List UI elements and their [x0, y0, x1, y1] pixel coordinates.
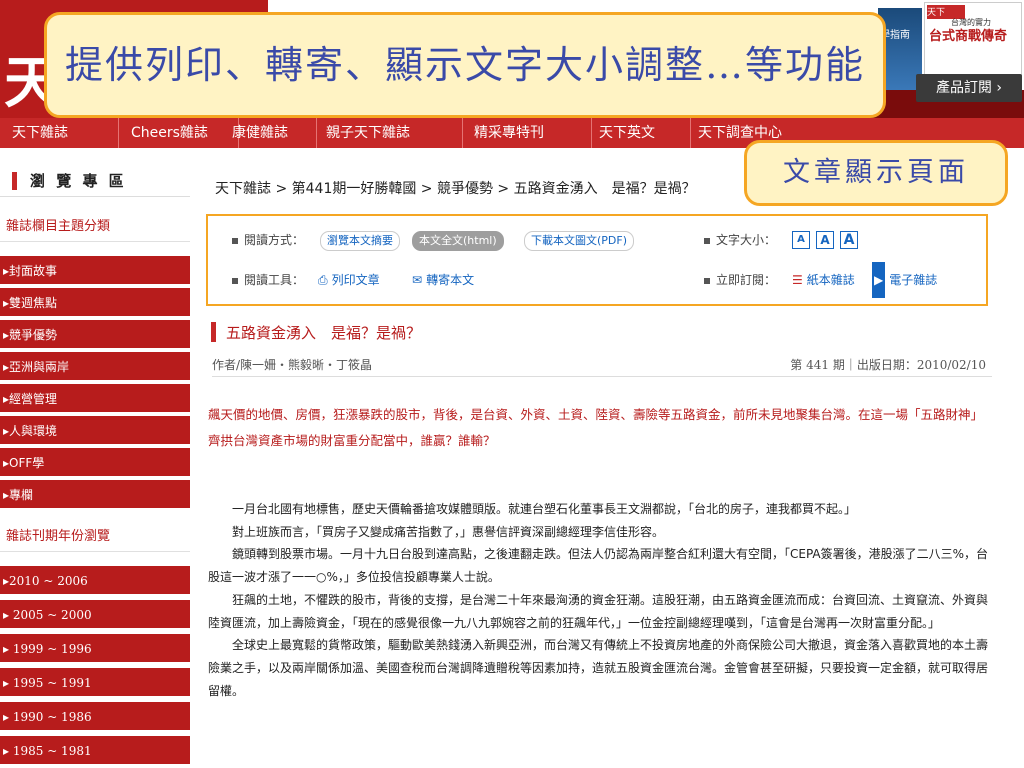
- magazine-icon: ☰: [792, 273, 803, 287]
- magazine-title: 台式商戰傳奇: [929, 29, 1008, 44]
- sidebar-item-topic[interactable]: ▸經營管理: [0, 384, 190, 414]
- nav-item[interactable]: 親子天下雜誌: [314, 118, 463, 148]
- sidebar-item-topic[interactable]: ▸人與環境: [0, 416, 190, 446]
- sidebar-title: 瀏 覽 專 區: [30, 172, 127, 190]
- e-magazine-link[interactable]: ▶ 電子雜誌: [872, 262, 937, 298]
- sidebar-header: 瀏 覽 專 區: [0, 166, 190, 197]
- sidebar-item-topic[interactable]: ▸雙週焦點: [0, 288, 190, 318]
- bullet-square-icon: [704, 237, 710, 244]
- reading-tools-panel: 閱讀方式： 瀏覽本文摘要 本文全文(html) 下載本文圖文(PDF) 文字大小…: [206, 214, 988, 306]
- read-mode-pdf-button[interactable]: 下載本文圖文(PDF): [524, 231, 635, 251]
- font-size-medium-button[interactable]: A: [816, 231, 834, 249]
- envelope-icon: ✉: [412, 273, 423, 287]
- article-lead: 飆天價的地價、房價，狂漲暴跌的股市，背後，是台資、外資、土資、陸資、壽險等五路資…: [208, 407, 984, 448]
- sidebar-item-topic[interactable]: ▸亞洲與兩岸: [0, 352, 190, 382]
- sidebar-item-topic[interactable]: ▸專欄: [0, 480, 190, 510]
- sidebar-item-year[interactable]: ▸ 1985 ~ 1981: [0, 736, 190, 766]
- article-title: 五路資金湧入 是福？是禍？: [226, 324, 422, 342]
- bullet-square-icon: [232, 277, 238, 284]
- sidebar-item-year[interactable]: ▸ 2005 ~ 2000: [0, 600, 190, 630]
- print-magazine-link[interactable]: ☰ 紙本雜誌: [792, 262, 855, 298]
- sidebar: 瀏 覽 專 區 雜誌欄目主題分類 ▸封面故事 ▸雙週焦點 ▸競爭優勢 ▸亞洲與兩…: [0, 148, 190, 768]
- read-mode-fulltext-button[interactable]: 本文全文(html): [412, 231, 504, 251]
- font-size-small-button[interactable]: A: [792, 231, 810, 249]
- article-paragraph: 對上班族而言，「買房子又變成痛苦指數了，」惠譽信評資深副總經理李信佳形容。: [232, 524, 665, 539]
- article-paragraph: 一月台北國有地標售，歷史天價輪番搶攻媒體頭版。就連台塑石化董事長王文淵都說，「台…: [232, 502, 857, 516]
- nav-item[interactable]: 康健雜誌: [220, 118, 317, 148]
- read-tools-label-text: 閱讀工具：: [244, 273, 305, 287]
- email-article-label: 轉寄本文: [426, 273, 475, 287]
- sidebar-item-year[interactable]: ▸ 1999 ~ 1996: [0, 634, 190, 664]
- e-magazine-label: 電子雜誌: [889, 273, 938, 287]
- article-paragraph: 鏡頭轉到股票市場。一月十九日台股到達高點，之後連翻走跌。但法人仍認為兩岸整合紅利…: [208, 547, 989, 585]
- article-paragraph: 全球史上最寬鬆的貨幣政策，驅動歐美熱錢湧入新興亞洲，而台灣又有傳統上不投資房地產…: [208, 638, 989, 698]
- nav-item[interactable]: 精采專特刊: [462, 118, 592, 148]
- nav-item[interactable]: 天下雜誌: [0, 118, 119, 148]
- print-article-link[interactable]: ⎙ 列印文章: [318, 262, 380, 298]
- email-article-link[interactable]: ✉ 轉寄本文: [412, 262, 474, 298]
- sidebar-section-topics[interactable]: 雜誌欄目主題分類: [0, 212, 190, 242]
- print-magazine-label: 紙本雜誌: [806, 273, 855, 287]
- sidebar-item-year[interactable]: ▸ 1990 ~ 1986: [0, 702, 190, 732]
- bullet-square-icon: [704, 277, 710, 284]
- sidebar-section-years[interactable]: 雜誌刊期年份瀏覽: [0, 522, 190, 552]
- article-authors: 作者/陳一姍・熊毅晰・丁筱晶: [212, 358, 373, 372]
- e-magazine-icon: ▶: [872, 262, 886, 298]
- product-subscribe-button[interactable]: 產品訂閱 ›: [916, 74, 1022, 102]
- callout-features: 提供列印、轉寄、顯示文字大小調整…等功能: [44, 12, 886, 118]
- article-body: 一月台北國有地標售，歷史天價輪番搶攻媒體頭版。就連台塑石化董事長王文淵都說，「台…: [208, 498, 998, 702]
- nav-item[interactable]: 天下英文: [587, 118, 691, 148]
- print-article-label: 列印文章: [331, 273, 380, 287]
- read-tools-label: 閱讀工具：: [232, 262, 304, 298]
- read-mode-label: 閱讀方式：: [232, 222, 304, 258]
- sidebar-header-bar: [12, 172, 17, 190]
- article-issue-info: 第 441 期｜出版日期：2010/02/10: [790, 358, 986, 372]
- sidebar-item-topic[interactable]: ▸OFF學: [0, 448, 190, 478]
- subscribe-label-text: 立即訂閱：: [716, 273, 777, 287]
- sidebar-item-year[interactable]: ▸ 1995 ~ 1991: [0, 668, 190, 698]
- read-mode-summary-button[interactable]: 瀏覽本文摘要: [320, 231, 400, 251]
- sidebar-item-topic[interactable]: ▸封面故事: [0, 256, 190, 286]
- callout-article-page: 文章顯示頁面: [744, 140, 1008, 206]
- sidebar-item-topic[interactable]: ▸競爭優勢: [0, 320, 190, 350]
- article-paragraph: 狂飆的土地，不懼跌的股市，背後的支撐，是台灣二十年來最洶湧的資金狂潮。這股狂潮，…: [208, 592, 989, 630]
- article-title-bar: [211, 322, 216, 342]
- font-size-large-button[interactable]: A: [840, 231, 858, 249]
- font-size-label: 文字大小：: [704, 222, 776, 258]
- breadcrumb[interactable]: 天下雜誌 > 第441期一好勝韓國 > 競爭優勢 > 五路資金湧入 是福？是禍？: [215, 178, 696, 198]
- subscribe-label: 立即訂閱：: [704, 262, 776, 298]
- font-size-label-text: 文字大小：: [716, 233, 777, 247]
- bullet-square-icon: [232, 237, 238, 244]
- article-meta: 作者/陳一姍・熊毅晰・丁筱晶 第 441 期｜出版日期：2010/02/10: [212, 356, 992, 377]
- read-mode-label-text: 閱讀方式：: [244, 233, 305, 247]
- tools-row-read-mode: 閱讀方式： 瀏覽本文摘要 本文全文(html) 下載本文圖文(PDF) 文字大小…: [208, 222, 986, 258]
- tools-row-read-tools: 閱讀工具： ⎙ 列印文章 ✉ 轉寄本文 立即訂閱： ☰ 紙本雜誌 ▶ 電子雜誌: [208, 262, 986, 298]
- printer-icon: ⎙: [318, 273, 328, 287]
- sidebar-item-year[interactable]: ▸2010 ~ 2006: [0, 566, 190, 596]
